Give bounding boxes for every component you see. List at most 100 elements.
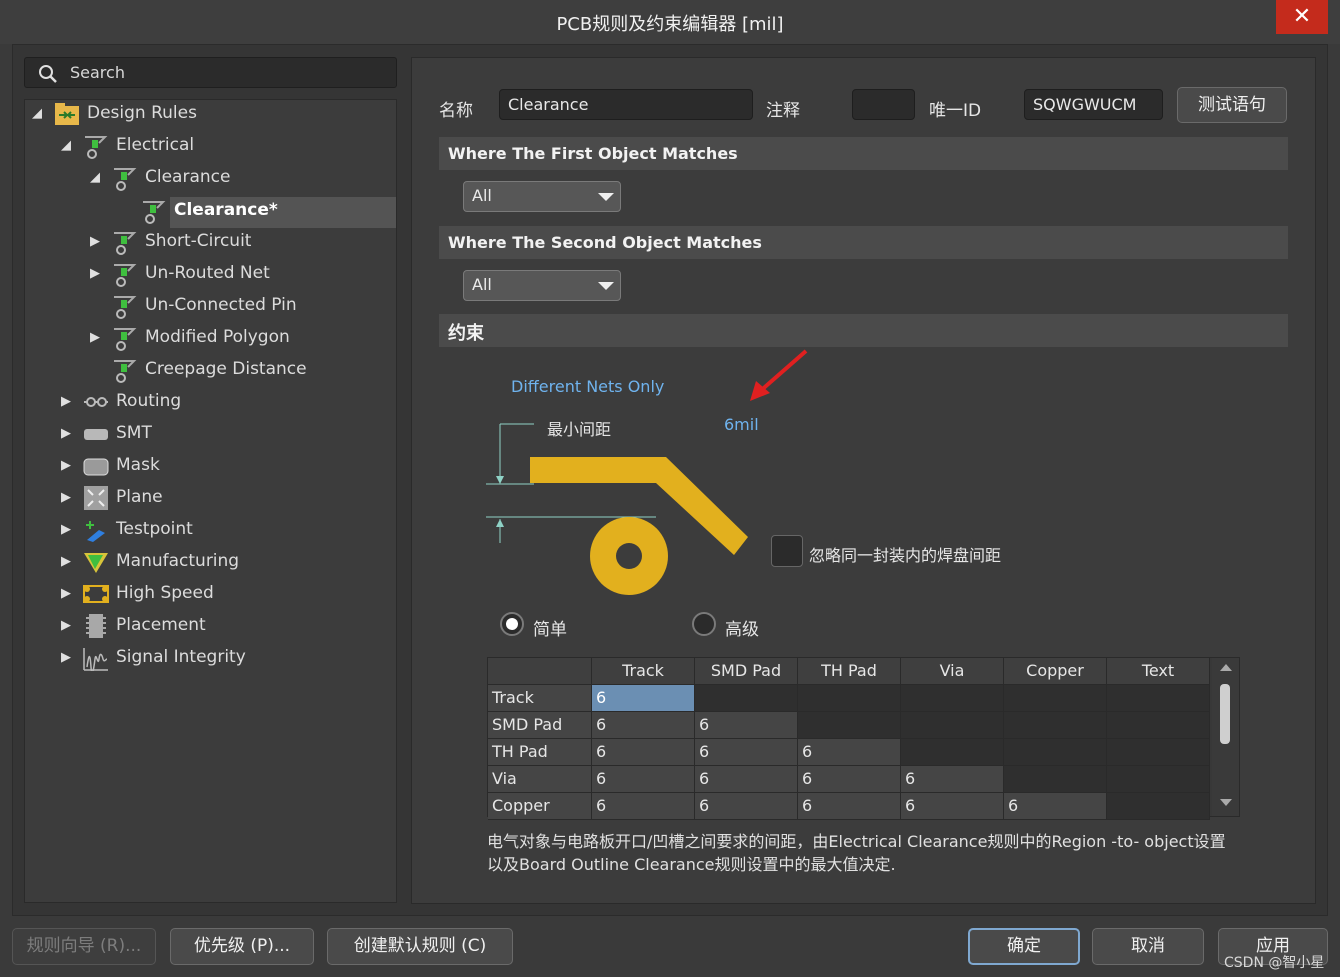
matrix-cell	[901, 685, 1004, 712]
matrix-cell[interactable]: 6	[798, 739, 901, 766]
expand-arrow-icon[interactable]: ▶	[61, 426, 71, 441]
matrix-scrollbar[interactable]	[1212, 658, 1239, 816]
advanced-mode-radio[interactable]	[692, 612, 716, 636]
matrix-cell[interactable]: 6	[592, 739, 695, 766]
matrix-cell[interactable]: 6	[798, 766, 901, 793]
test-query-button[interactable]: 测试语句	[1177, 87, 1287, 123]
create-default-rules-button[interactable]: 创建默认规则 (C)	[327, 928, 513, 965]
dimension-arrow-up	[496, 519, 504, 527]
matrix-cell	[798, 712, 901, 739]
matrix-cell[interactable]: 6	[592, 766, 695, 793]
first-object-value: All	[472, 186, 492, 205]
matrix-row-header: Via	[488, 766, 592, 793]
expand-arrow-icon[interactable]: ▶	[61, 650, 71, 665]
rule-wizard-button[interactable]: 规则向导 (R)...	[12, 928, 156, 965]
scroll-thumb[interactable]	[1220, 684, 1230, 744]
rule-icon	[83, 133, 109, 159]
matrix-cell[interactable]: 6	[592, 712, 695, 739]
smt-icon	[83, 421, 109, 447]
first-object-dropdown[interactable]: All	[463, 181, 621, 212]
via-hole	[616, 543, 642, 569]
tree-node-label: Mask	[116, 455, 160, 475]
matrix-cell[interactable]: 6	[798, 793, 901, 820]
matrix-cell[interactable]: 6	[695, 766, 798, 793]
chevron-down-icon	[598, 193, 614, 201]
tree-node-label: Short-Circuit	[145, 231, 252, 251]
matrix-cell[interactable]: 6	[695, 739, 798, 766]
matrix-cell	[1107, 793, 1210, 820]
matrix-cell	[1107, 739, 1210, 766]
scroll-up-icon[interactable]	[1220, 664, 1232, 671]
watermark: CSDN @智小星	[1224, 955, 1325, 971]
expand-arrow-icon[interactable]: ▶	[61, 554, 71, 569]
matrix-row-header: TH Pad	[488, 739, 592, 766]
matrix-column-header: Via	[901, 658, 1004, 685]
matrix-cell	[1004, 739, 1107, 766]
chevron-down-icon	[598, 282, 614, 290]
annotation-arrow-shaft	[756, 349, 808, 395]
simple-mode-label: 简单	[533, 620, 567, 640]
matrix-column-header: Track	[592, 658, 695, 685]
matrix-row-header: Copper	[488, 793, 592, 820]
tree-node-label: Modified Polygon	[145, 327, 290, 347]
matrix-cell[interactable]: 6	[901, 793, 1004, 820]
radio-dot	[506, 618, 518, 630]
uid-field[interactable]: SQWGWUCM	[1024, 89, 1163, 120]
tree-node-label: Placement	[116, 615, 206, 635]
rule-icon	[112, 261, 138, 287]
matrix-row-header: Track	[488, 685, 592, 712]
uid-label: 唯一ID	[929, 101, 982, 121]
highspeed-icon	[83, 581, 109, 607]
expand-arrow-icon[interactable]: ▶	[61, 458, 71, 473]
second-object-header: Where The Second Object Matches	[439, 226, 1288, 259]
mask-icon	[83, 453, 109, 479]
folder-icon	[54, 101, 80, 127]
expand-arrow-icon[interactable]: ▶	[61, 490, 71, 505]
note-line-1: 电气对象与电路板开口/凹槽之间要求的间距，由Electrical Clearan…	[487, 832, 1226, 851]
second-object-dropdown[interactable]: All	[463, 270, 621, 301]
collapse-arrow-icon[interactable]: ◢	[61, 138, 71, 153]
matrix-cell[interactable]: 6	[695, 793, 798, 820]
matrix-column-header: SMD Pad	[695, 658, 798, 685]
comment-field[interactable]	[852, 89, 915, 120]
collapse-arrow-icon[interactable]: ◢	[90, 170, 100, 185]
scroll-down-icon[interactable]	[1220, 799, 1232, 806]
matrix-cell	[695, 685, 798, 712]
expand-arrow-icon[interactable]: ▶	[90, 330, 100, 345]
ok-button[interactable]: 确定	[968, 928, 1080, 965]
expand-arrow-icon[interactable]: ▶	[90, 234, 100, 249]
matrix-corner	[488, 658, 592, 685]
matrix-cell	[1107, 766, 1210, 793]
matrix-cell[interactable]: 6	[592, 793, 695, 820]
collapse-arrow-icon[interactable]: ◢	[32, 106, 42, 121]
matrix-cell	[1004, 766, 1107, 793]
note-line-2: 以及Board Outline Clearance规则设置中的最大值决定.	[487, 855, 896, 874]
matrix-cell	[901, 712, 1004, 739]
matrix-cell	[1004, 685, 1107, 712]
ignore-pad-checkbox[interactable]	[771, 535, 803, 567]
advanced-mode-label: 高级	[725, 620, 759, 640]
expand-arrow-icon[interactable]: ▶	[61, 586, 71, 601]
expand-arrow-icon[interactable]: ▶	[61, 522, 71, 537]
matrix-cell[interactable]: 6	[1004, 793, 1107, 820]
priorities-button[interactable]: 优先级 (P)...	[170, 928, 314, 965]
placement-icon	[83, 613, 109, 639]
expand-arrow-icon[interactable]: ▶	[61, 618, 71, 633]
matrix-cell[interactable]: 6	[695, 712, 798, 739]
rule-icon	[112, 357, 138, 383]
expand-arrow-icon[interactable]: ▶	[61, 394, 71, 409]
tree-node-label: Plane	[116, 487, 163, 507]
constraints-header: 约束	[439, 314, 1288, 347]
comment-label: 注释	[766, 101, 800, 121]
cancel-button[interactable]: 取消	[1092, 928, 1204, 965]
simple-mode-radio[interactable]	[500, 612, 524, 636]
clearance-diagram	[486, 349, 808, 595]
tree-node-label: Signal Integrity	[116, 647, 246, 667]
matrix-cell[interactable]: 6	[592, 685, 695, 712]
matrix-row-header: SMD Pad	[488, 712, 592, 739]
tree-node-label: Creepage Distance	[145, 359, 307, 379]
close-button[interactable]: ✕	[1276, 0, 1328, 34]
expand-arrow-icon[interactable]: ▶	[90, 266, 100, 281]
matrix-cell[interactable]: 6	[901, 766, 1004, 793]
name-field[interactable]: Clearance	[499, 89, 753, 120]
